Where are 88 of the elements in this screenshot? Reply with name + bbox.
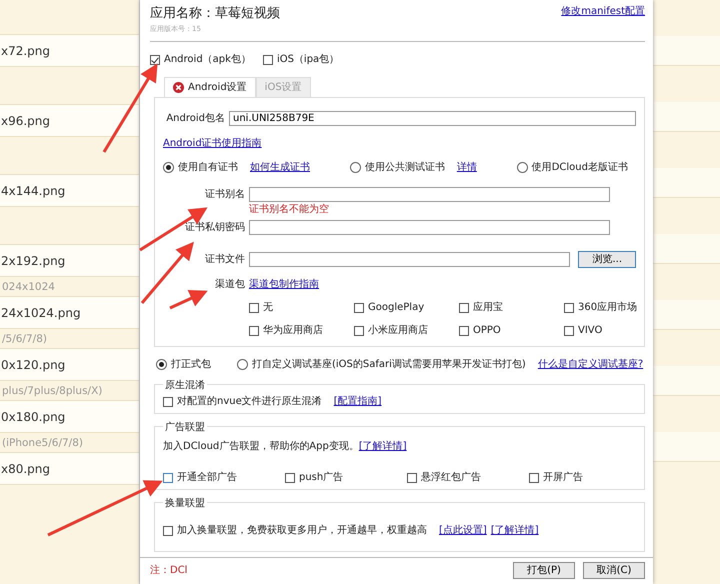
radio-button[interactable] (350, 162, 361, 173)
checkbox[interactable] (529, 472, 539, 482)
list-row (653, 432, 720, 462)
checkbox[interactable] (163, 396, 173, 406)
checkbox[interactable] (459, 326, 469, 336)
radio-label: 打正式包 (171, 358, 211, 372)
checkbox-label: 小米应用商店 (368, 324, 428, 338)
file-name: 24x1024.png (1, 304, 81, 322)
checkbox[interactable] (564, 326, 574, 336)
error-message: 证书别名不能为空 (249, 202, 330, 217)
section-caption: plus/7plus/8plus/X) (2, 384, 102, 400)
checkbox-label: 无 (263, 301, 273, 315)
checkbox-label: iOS（ipa包） (276, 53, 340, 67)
checkbox-label: push广告 (299, 470, 344, 485)
radio-button[interactable] (156, 359, 167, 370)
section-caption: 024x1024 (2, 280, 55, 296)
checkbox-label: 开通全部广告 (177, 470, 237, 485)
file-name: x72.png (1, 42, 50, 60)
list-row (653, 300, 720, 330)
text-field[interactable]: uni.UNI258B79E (229, 111, 636, 126)
radio-label: 使用DCloud老版证书 (532, 160, 628, 175)
file-name: 0x120.png (1, 356, 66, 374)
checkbox-label: 360应用市场 (578, 300, 638, 315)
file-name: 2x192.png (1, 252, 66, 270)
checkbox[interactable] (262, 54, 273, 64)
ad-intro: 加入DCloud广告联盟，帮助你的App变现。 (163, 440, 359, 454)
checkbox-label: Android（apk包） (164, 53, 251, 67)
link[interactable]: 详情 (456, 160, 477, 175)
checkbox-label: 加入换量联盟，免费获取更多用户，开通越早，权重越高 (177, 524, 427, 538)
radio-button[interactable] (516, 162, 528, 173)
browse-button[interactable]: 浏览... (578, 251, 636, 268)
radio-button[interactable] (237, 359, 248, 370)
radio-button[interactable] (163, 162, 174, 173)
field-label: 证书私钥密码 (184, 220, 245, 235)
link[interactable]: Android证书使用指南 (163, 138, 262, 149)
checkbox-label: VIVO (578, 324, 602, 338)
text-field[interactable] (249, 220, 610, 235)
list-row (653, 234, 720, 264)
checkbox-label: 华为应用商店 (263, 324, 323, 338)
link[interactable]: 修改manifest配置 (561, 4, 645, 34)
checkbox[interactable] (459, 302, 469, 312)
checkbox-label: 悬浮红包广告 (421, 470, 481, 485)
file-name: x80.png (1, 460, 50, 478)
list-row (653, 36, 720, 66)
checkbox[interactable] (407, 472, 417, 482)
tab[interactable]: Android设置 (164, 77, 256, 97)
checkbox[interactable] (163, 472, 173, 482)
app-name: 应用名称：草莓短视频 (150, 5, 280, 23)
checkbox[interactable] (163, 526, 173, 536)
checkbox-label: 开屏广告 (543, 470, 583, 485)
link[interactable]: [了解详情] (490, 523, 539, 538)
section-caption: /5/6/7/8) (2, 332, 47, 348)
field-label: 证书文件 (204, 252, 245, 267)
field-label: 渠道包 (214, 278, 245, 292)
checkbox[interactable] (354, 302, 364, 312)
link[interactable]: [配置指南] (334, 394, 382, 409)
file-name: x96.png (1, 112, 50, 130)
checkbox[interactable] (285, 472, 295, 482)
list-row (653, 102, 720, 132)
radio-label: 使用自有证书 (178, 160, 238, 175)
checkbox[interactable] (564, 302, 574, 312)
dialog-button[interactable]: 取消(C) (583, 562, 645, 579)
list-row (653, 168, 720, 198)
section-caption: (iPhone5/6/7/8) (2, 436, 83, 452)
file-name: 0x180.png (1, 408, 66, 426)
link[interactable]: 渠道包制作指南 (249, 277, 319, 292)
link[interactable]: 如何生成证书 (250, 160, 310, 175)
radio-label: 打自定义调试基座(iOS的Safari调试需要用苹果开发证书打包) (252, 358, 526, 372)
link[interactable]: 什么是自定义调试基座? (538, 357, 644, 372)
link[interactable]: [点此设置] (439, 523, 487, 538)
checkbox[interactable] (249, 302, 259, 312)
radio-label: 使用公共测试证书 (364, 160, 445, 175)
checkbox-label: 对配置的nvue文件进行原生混淆 (177, 394, 322, 409)
text-field[interactable] (249, 187, 610, 202)
list-row (653, 366, 720, 396)
text-field[interactable] (249, 252, 570, 267)
checkbox-label: 应用宝 (473, 300, 503, 315)
checkbox[interactable] (150, 54, 160, 64)
checkbox-label: GooglePlay (368, 301, 424, 315)
dialog-button[interactable]: 打包(P) (513, 562, 575, 579)
checkbox[interactable] (249, 326, 259, 336)
file-name: 4x144.png (1, 182, 66, 200)
checkbox[interactable] (354, 326, 364, 336)
note-text: 注：DCl (150, 564, 188, 578)
field-label: 证书别名 (204, 188, 245, 202)
checkbox-label: OPPO (473, 324, 501, 338)
field-label: Android包名 (165, 112, 225, 126)
link[interactable]: [了解详情] (358, 439, 407, 454)
